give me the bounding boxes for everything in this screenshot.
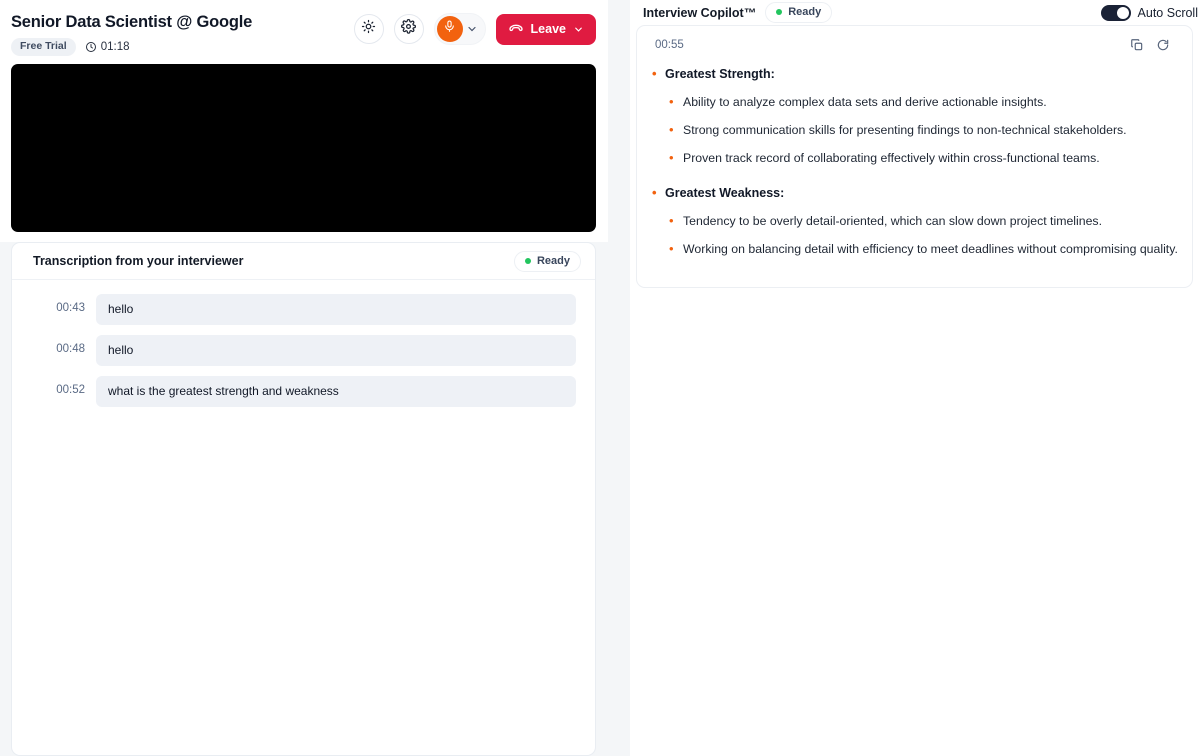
transcript-text: what is the greatest strength and weakne… [96,376,576,407]
session-timer: 01:18 [85,41,130,53]
app-root: Senior Data Scientist @ Google Free Tria… [0,0,1200,756]
microphone-button[interactable] [436,16,463,42]
copilot-status-label: Ready [788,6,822,18]
video-container [0,64,608,242]
section-heading-text: Greatest Strength: [665,67,775,81]
auto-scroll-label: Auto Scroll [1137,5,1198,20]
copy-icon[interactable] [1130,38,1144,52]
answer-sub-list: Tendency to be overly detail-oriented, w… [665,213,1178,257]
chevron-down-icon[interactable] [466,23,478,35]
transcript-timestamp: 00:43 [56,302,85,314]
copilot-header-left: Interview Copilot™ Ready [643,2,833,23]
timer-value: 01:18 [100,41,130,53]
chevron-down-icon[interactable] [573,24,584,35]
transcript-timestamp: 00:48 [56,343,85,355]
auto-scroll-control[interactable]: Auto Scroll [1100,4,1198,21]
answer-timestamp: 00:55 [655,39,684,51]
auto-scroll-toggle[interactable] [1100,4,1131,21]
pane-divider [608,0,630,756]
status-dot-icon [776,9,783,15]
answer-content: Greatest Strength: Ability to analyze co… [649,66,1178,257]
transcription-title: Transcription from your interviewer [33,254,244,268]
transcription-header: Transcription from your interviewer Read… [12,243,595,280]
session-title-block: Senior Data Scientist @ Google Free Tria… [11,8,252,56]
answer-point: Working on balancing detail with efficie… [665,241,1178,257]
list-item[interactable]: 00:52 what is the greatest strength and … [33,376,576,407]
header-controls: Leave [353,8,596,45]
answer-section-heading: Greatest Weakness: Tendency to be overly… [649,185,1178,257]
gear-icon [401,19,416,39]
section-heading-text: Greatest Weakness: [665,186,785,200]
transcription-list: 00:43 hello 00:48 hello 00:52 what is th… [12,280,595,417]
transcription-status-badge: Ready [513,250,581,272]
leave-button-label: Leave [530,22,566,36]
copilot-header: Interview Copilot™ Ready Auto Scroll [630,0,1200,25]
clock-icon [85,41,97,53]
list-item[interactable]: 00:43 hello [33,294,576,325]
transcript-timestamp: 00:52 [56,384,85,396]
phone-hangup-icon [508,20,524,39]
transcription-panel: Transcription from your interviewer Read… [11,242,596,756]
settings-button[interactable] [393,14,424,44]
status-dot-icon [524,257,531,264]
session-meta: Free Trial 01:18 [11,38,252,56]
answer-point: Proven track record of collaborating eff… [665,150,1178,166]
toggle-knob [1116,6,1129,19]
session-header: Senior Data Scientist @ Google Free Tria… [0,0,608,64]
copilot-title: Interview Copilot™ [643,5,757,20]
brightness-button[interactable] [353,14,384,44]
transcript-text: hello [96,335,576,366]
microphone-control[interactable] [433,13,486,45]
video-preview[interactable] [11,64,596,232]
answer-sub-list: Ability to analyze complex data sets and… [665,94,1178,166]
list-item[interactable]: 00:48 hello [33,335,576,366]
answer-point: Tendency to be overly detail-oriented, w… [665,213,1178,229]
answer-actions [1130,38,1178,52]
page-title: Senior Data Scientist @ Google [11,13,253,31]
answer-section-heading: Greatest Strength: Ability to analyze co… [649,66,1178,166]
answer-point: Ability to analyze complex data sets and… [665,94,1178,110]
sun-icon [361,19,376,39]
copilot-pane: Interview Copilot™ Ready Auto Scroll 00:… [630,0,1200,756]
left-pane: Senior Data Scientist @ Google Free Tria… [0,0,608,756]
copilot-status-badge: Ready [765,2,833,23]
transcription-status-label: Ready [536,254,570,267]
answer-toolbar: 00:55 [649,38,1178,52]
free-trial-badge: Free Trial [11,38,76,56]
transcript-text: hello [96,294,576,325]
answer-point: Strong communication skills for presenti… [665,122,1178,138]
copilot-answer-card: 00:55 G [636,25,1193,288]
leave-button[interactable]: Leave [495,13,596,45]
microphone-icon [443,20,456,38]
refresh-icon[interactable] [1156,38,1170,52]
